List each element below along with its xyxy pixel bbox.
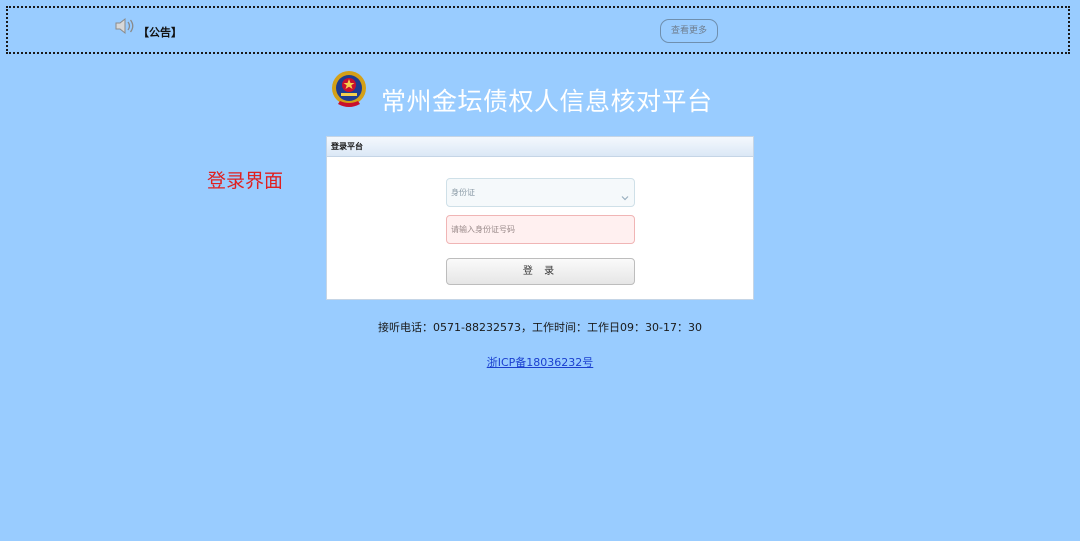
id-number-input[interactable] bbox=[446, 215, 635, 244]
panel-title: 登录平台 bbox=[327, 137, 753, 157]
notice-label: 【公告】 bbox=[138, 26, 182, 39]
police-emblem-icon bbox=[330, 70, 368, 110]
id-type-value: 身份证 bbox=[451, 188, 475, 197]
login-button[interactable]: 登 录 bbox=[446, 258, 635, 285]
speaker-icon bbox=[114, 17, 136, 35]
chevron-down-icon bbox=[620, 187, 630, 201]
login-page-note: 登录界面 bbox=[207, 170, 284, 192]
id-type-select[interactable]: 身份证 bbox=[446, 178, 635, 207]
notice-bar: 【公告】 查看更多 bbox=[6, 6, 1070, 54]
contact-info: 接听电话：0571-88232573，工作时间：工作日09：30-17：30 bbox=[378, 321, 702, 334]
view-more-button[interactable]: 查看更多 bbox=[660, 19, 718, 43]
login-panel: 登录平台 身份证 登 录 bbox=[326, 136, 754, 300]
site-title: 常州金坛债权人信息核对平台 bbox=[381, 87, 713, 116]
icp-link[interactable]: 浙ICP备18036232号 bbox=[487, 356, 594, 369]
